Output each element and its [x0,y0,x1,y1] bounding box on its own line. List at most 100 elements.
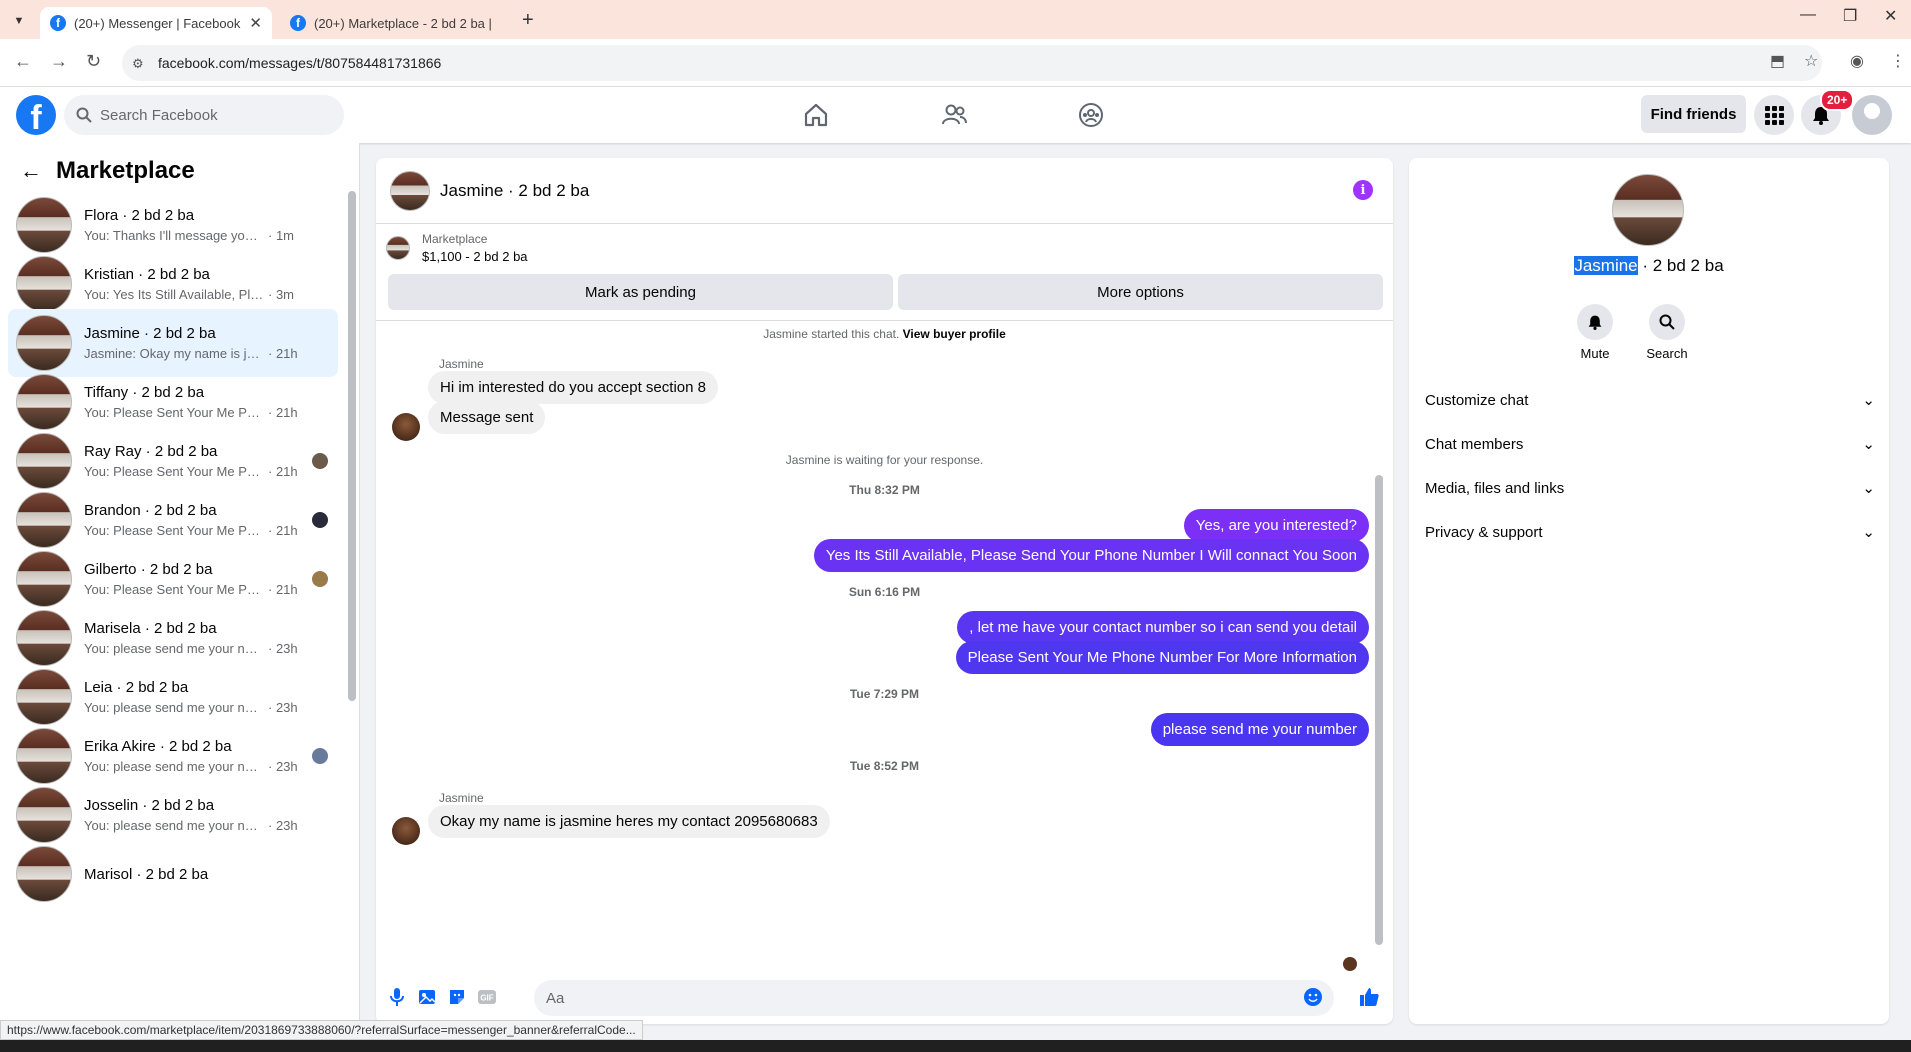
sticker-icon[interactable] [446,986,468,1008]
site-info-icon[interactable]: ⚙ [132,56,144,72]
browser-tab-messenger[interactable]: f (20+) Messenger | Facebook ✕ [40,7,272,39]
find-friends-button[interactable]: Find friends [1641,95,1746,133]
conversation-name: Ray Ray · 2 bd 2 ba [84,443,218,460]
forward-icon[interactable]: → [50,51,68,72]
conversation-item[interactable]: Tiffany · 2 bd 2 ba You: Please Sent Your… [8,368,338,436]
media-files-links-section[interactable]: Media, files and links ⌄ [1425,470,1875,506]
waiting-notice: Jasmine is waiting for your response. [785,453,984,467]
gif-icon[interactable]: GIF [476,986,498,1008]
sender-name: Jasmine [439,791,484,805]
facebook-header: f Search Facebook Find friends 20+ [0,87,1911,143]
conversation-name: Kristian · 2 bd 2 ba [84,266,210,283]
panel-title: Marketplace [56,157,195,184]
conversation-item[interactable]: Flora · 2 bd 2 ba You: Thanks I'll messag… [8,191,338,259]
marketplace-header: ← Marketplace [20,157,195,185]
seen-avatar-indicator [312,571,328,587]
emoji-icon[interactable] [1302,986,1324,1008]
privacy-support-section[interactable]: Privacy & support ⌄ [1425,514,1875,550]
timestamp: Thu 8:32 PM [849,483,920,497]
minimize-icon[interactable]: — [1800,6,1816,24]
seen-avatar-indicator [312,453,328,469]
sender-avatar[interactable] [392,817,420,845]
conversation-item[interactable]: Jasmine · 2 bd 2 ba Jasmine: Okay my name… [8,309,338,377]
conversation-item[interactable]: Marisela · 2 bd 2 ba You: please send me … [8,604,338,672]
chevron-down-icon: ⌄ [1862,392,1875,409]
conversation-item[interactable]: Kristian · 2 bd 2 ba You: Yes Its Still A… [8,250,338,318]
back-arrow-icon[interactable]: ← [20,158,42,184]
browser-menu-icon[interactable]: ⋮ [1890,51,1906,71]
message-bubble-incoming[interactable]: Okay my name is jasmine heres my contact… [428,805,830,838]
started-text: Jasmine started this chat. [763,327,900,341]
tab-title: (20+) Messenger | Facebook [74,15,241,31]
message-bubble-outgoing[interactable]: , let me have your contact number so i c… [957,611,1369,644]
message-bubble-outgoing[interactable]: Yes, are you interested? [1183,509,1369,542]
listing-banner[interactable]: Marketplace $1,100 - 2 bd 2 ba [386,232,528,264]
mute-button[interactable]: Mute [1565,304,1625,361]
bell-icon [1577,304,1613,340]
tab-search-icon[interactable]: ▼ [8,10,30,32]
back-icon[interactable]: ← [14,51,32,72]
microphone-icon[interactable] [386,986,408,1008]
restore-icon[interactable]: ❐ [1843,6,1857,26]
more-options-button[interactable]: More options [898,274,1383,310]
listing-thumbnail [386,236,410,260]
conversation-item[interactable]: Brandon · 2 bd 2 ba You: Please Sent Your… [8,486,338,554]
like-thumb-icon[interactable] [1358,986,1380,1008]
customize-chat-section[interactable]: Customize chat ⌄ [1425,382,1875,418]
menu-grid-icon[interactable] [1754,95,1794,135]
chat-header: Jasmine · 2 bd 2 ba i [376,158,1393,224]
chat-avatar[interactable] [390,170,430,211]
bookmark-star-icon[interactable]: ☆ [1804,51,1818,71]
contact-avatar[interactable] [1612,174,1684,246]
search-input[interactable]: Search Facebook [64,95,344,135]
conversation-name: Jasmine · 2 bd 2 ba [84,325,216,342]
photo-icon[interactable] [416,986,438,1008]
chat-title[interactable]: Jasmine · 2 bd 2 ba [440,181,589,201]
timestamp: Tue 8:52 PM [849,759,920,773]
info-icon[interactable]: i [1353,180,1373,200]
message-input[interactable]: Aa [534,980,1334,1016]
reload-icon[interactable]: ↻ [86,51,101,72]
search-conversation-button[interactable]: Search [1637,304,1697,361]
message-bubble-incoming[interactable]: Hi im interested do you accept section 8 [428,371,718,404]
install-app-icon[interactable]: ⬒ [1770,51,1785,71]
conversation-item[interactable]: Leia · 2 bd 2 ba You: please send me your… [8,663,338,731]
facebook-logo[interactable]: f [16,95,56,135]
message-bubble-outgoing[interactable]: Please Sent Your Me Phone Number For Mor… [955,641,1369,674]
account-avatar[interactable] [1852,95,1892,135]
contact-name-rest: · 2 bd 2 ba [1637,256,1724,275]
chat-members-section[interactable]: Chat members ⌄ [1425,426,1875,462]
conversation-list-scrollbar[interactable] [348,191,356,701]
message-bubble-outgoing[interactable]: please send me your number [1150,713,1369,746]
message-scrollbar[interactable] [1375,475,1383,945]
home-icon[interactable] [802,101,830,129]
groups-icon[interactable] [1077,101,1105,129]
new-tab-icon[interactable]: + [522,9,534,32]
chevron-down-icon: ⌄ [1862,436,1875,453]
url-field[interactable]: facebook.com/messages/t/807584481731866 [122,45,1822,81]
timestamp: Tue 7:29 PM [849,687,920,701]
conversation-avatar [16,669,72,725]
mark-as-pending-button[interactable]: Mark as pending [388,274,893,310]
conversation-item[interactable]: Josselin · 2 bd 2 ba You: please send me … [8,781,338,849]
conversation-preview: You: Please Sent Your Me Phon... [84,523,264,538]
browser-tab-marketplace[interactable]: f (20+) Marketplace - 2 bd 2 ba | [280,7,510,39]
conversation-item[interactable]: Gilberto · 2 bd 2 ba You: Please Sent You… [8,545,338,613]
seen-avatar-indicator [312,512,328,528]
conversation-item[interactable]: Erika Akire · 2 bd 2 ba You: please send … [8,722,338,790]
close-tab-icon[interactable]: ✕ [249,14,262,32]
chevron-down-icon: ⌄ [1862,524,1875,541]
friends-icon[interactable] [940,101,968,129]
conversation-item[interactable]: Marisol · 2 bd 2 ba [8,840,338,908]
message-bubble-incoming[interactable]: Message sent [428,401,546,434]
conversation-item[interactable]: Ray Ray · 2 bd 2 ba You: Please Sent Your… [8,427,338,495]
conversation-avatar [16,610,72,666]
sender-avatar[interactable] [392,413,420,441]
conversation-time: · 23h [268,759,298,774]
close-window-icon[interactable]: ✕ [1884,6,1897,26]
view-buyer-profile-link[interactable]: View buyer profile [903,327,1006,341]
conversation-name: Josselin · 2 bd 2 ba [84,797,215,814]
message-bubble-outgoing[interactable]: Yes Its Still Available, Please Send You… [813,539,1369,572]
profile-icon[interactable]: ◉ [1850,51,1864,71]
conversation-preview: Jasmine: Okay my name is jasmin... [84,346,264,361]
